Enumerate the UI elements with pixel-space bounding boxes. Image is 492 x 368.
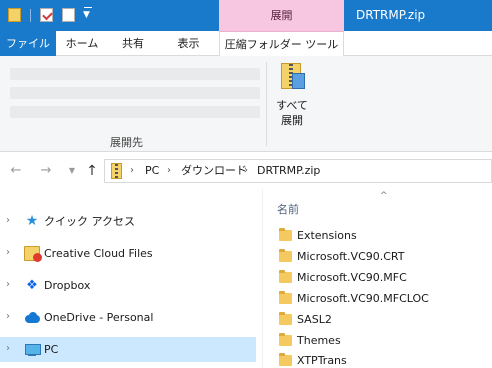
tab-home[interactable]: ホーム	[56, 31, 108, 56]
dropbox-icon: ❖	[26, 278, 38, 293]
extract-all-button[interactable]: すべて 展開	[272, 60, 312, 130]
context-tab-extract: 展開	[219, 0, 344, 31]
creative-cloud-folder-icon	[24, 246, 42, 262]
list-item[interactable]: Microsoft.VC90.CRT	[273, 246, 488, 267]
properties-icon[interactable]	[40, 8, 53, 22]
folder-icon	[279, 291, 292, 304]
file-name: Themes	[297, 334, 341, 347]
folder-zip-icon[interactable]	[8, 8, 21, 22]
extract-destination-list-row[interactable]	[10, 106, 260, 118]
column-header-name[interactable]: 名前	[277, 201, 299, 217]
ribbon-panel: 展開先 すべて 展開	[0, 56, 492, 152]
navigation-pane: › ★ クイック アクセス › Creative Cloud Files › ❖…	[0, 189, 262, 368]
nav-item-label: クイック アクセス	[44, 215, 135, 228]
recent-locations-chevron-down-icon[interactable]: ▼	[64, 163, 80, 179]
list-item[interactable]: Microsoft.VC90.MFCLOC	[273, 288, 488, 309]
list-item[interactable]: Themes	[273, 330, 488, 351]
file-name: Microsoft.VC90.CRT	[297, 250, 405, 263]
file-name: XTPTrans	[297, 354, 347, 367]
chevron-right-icon[interactable]: ›	[6, 311, 10, 323]
chevron-right-icon[interactable]: ›	[6, 343, 10, 355]
tab-share[interactable]: 共有	[108, 31, 158, 56]
breadcrumb-separator[interactable]: ›	[167, 160, 171, 182]
nav-item-label: OneDrive - Personal	[44, 311, 154, 324]
nav-item-onedrive[interactable]: › OneDrive - Personal	[0, 305, 256, 330]
chevron-right-icon[interactable]: ›	[6, 279, 10, 291]
breadcrumb-pc[interactable]: PC	[145, 160, 159, 182]
extract-destination-list-row[interactable]	[10, 87, 260, 99]
folder-icon	[279, 333, 292, 346]
list-item[interactable]: XTPTrans	[273, 350, 488, 368]
navigation-bar: ← → ▼ ↑ › PC › ダウンロード › DRTRMP.zip	[0, 153, 492, 189]
window-title: DRTRMP.zip	[356, 8, 426, 22]
nav-item-pc[interactable]: › PC	[0, 337, 256, 362]
chevron-right-icon[interactable]: ›	[6, 247, 10, 259]
folder-icon	[279, 249, 292, 262]
extract-destination-list-row[interactable]	[10, 68, 260, 80]
back-arrow-icon[interactable]: ←	[8, 163, 24, 179]
qat-separator	[30, 9, 31, 22]
up-arrow-icon[interactable]: ↑	[84, 163, 100, 179]
breadcrumb-separator[interactable]: ›	[130, 160, 134, 182]
ribbon-tab-row: ファイル ホーム 共有 表示 圧縮フォルダー ツール	[0, 31, 492, 57]
nav-item-creative-cloud[interactable]: › Creative Cloud Files	[0, 241, 256, 266]
file-name: Extensions	[297, 229, 357, 242]
address-bar[interactable]: › PC › ダウンロード › DRTRMP.zip	[104, 159, 492, 183]
group-label-extract-to: 展開先	[110, 136, 143, 149]
extract-all-label: すべて 展開	[276, 99, 308, 127]
pc-icon	[24, 342, 41, 357]
file-name: Microsoft.VC90.MFCLOC	[297, 292, 429, 305]
breadcrumb-downloads[interactable]: ダウンロード	[181, 160, 247, 182]
sort-ascending-chevron-up-icon: ^	[380, 191, 388, 201]
nav-item-label: Creative Cloud Files	[44, 247, 153, 260]
nav-item-label: Dropbox	[44, 279, 91, 292]
nav-item-label: PC	[44, 343, 59, 356]
nav-item-quick-access[interactable]: › ★ クイック アクセス	[0, 209, 256, 234]
file-name: Microsoft.VC90.MFC	[297, 271, 407, 284]
folder-icon	[279, 270, 292, 283]
forward-arrow-icon[interactable]: →	[38, 163, 54, 179]
folder-icon	[279, 353, 292, 366]
list-item[interactable]: Microsoft.VC90.MFC	[273, 267, 488, 288]
file-name: SASL2	[297, 313, 332, 326]
new-folder-icon[interactable]	[62, 8, 75, 22]
folder-icon	[279, 228, 292, 241]
zip-folder-icon	[111, 163, 122, 179]
chevron-right-icon[interactable]: ›	[6, 215, 10, 227]
tab-compressed-folder-tools[interactable]: 圧縮フォルダー ツール	[219, 31, 344, 57]
list-item[interactable]: Extensions	[273, 225, 488, 246]
file-list: ^ 名前 Extensions Microsoft.VC90.CRT Micro…	[263, 189, 492, 368]
qat-customize-chevron-down-icon[interactable]: ▼	[83, 7, 92, 20]
folder-icon	[279, 312, 292, 325]
list-item[interactable]: SASL2	[273, 309, 488, 330]
breadcrumb-separator[interactable]: ›	[244, 160, 248, 182]
onedrive-cloud-icon	[24, 310, 40, 325]
tab-view[interactable]: 表示	[158, 31, 219, 56]
breadcrumb-zip[interactable]: DRTRMP.zip	[257, 160, 320, 182]
zip-extract-icon	[281, 63, 305, 89]
ribbon-group-separator	[266, 62, 267, 146]
tab-file[interactable]: ファイル	[0, 31, 56, 56]
nav-item-dropbox[interactable]: › ❖ Dropbox	[0, 273, 256, 298]
star-icon: ★	[25, 213, 39, 229]
